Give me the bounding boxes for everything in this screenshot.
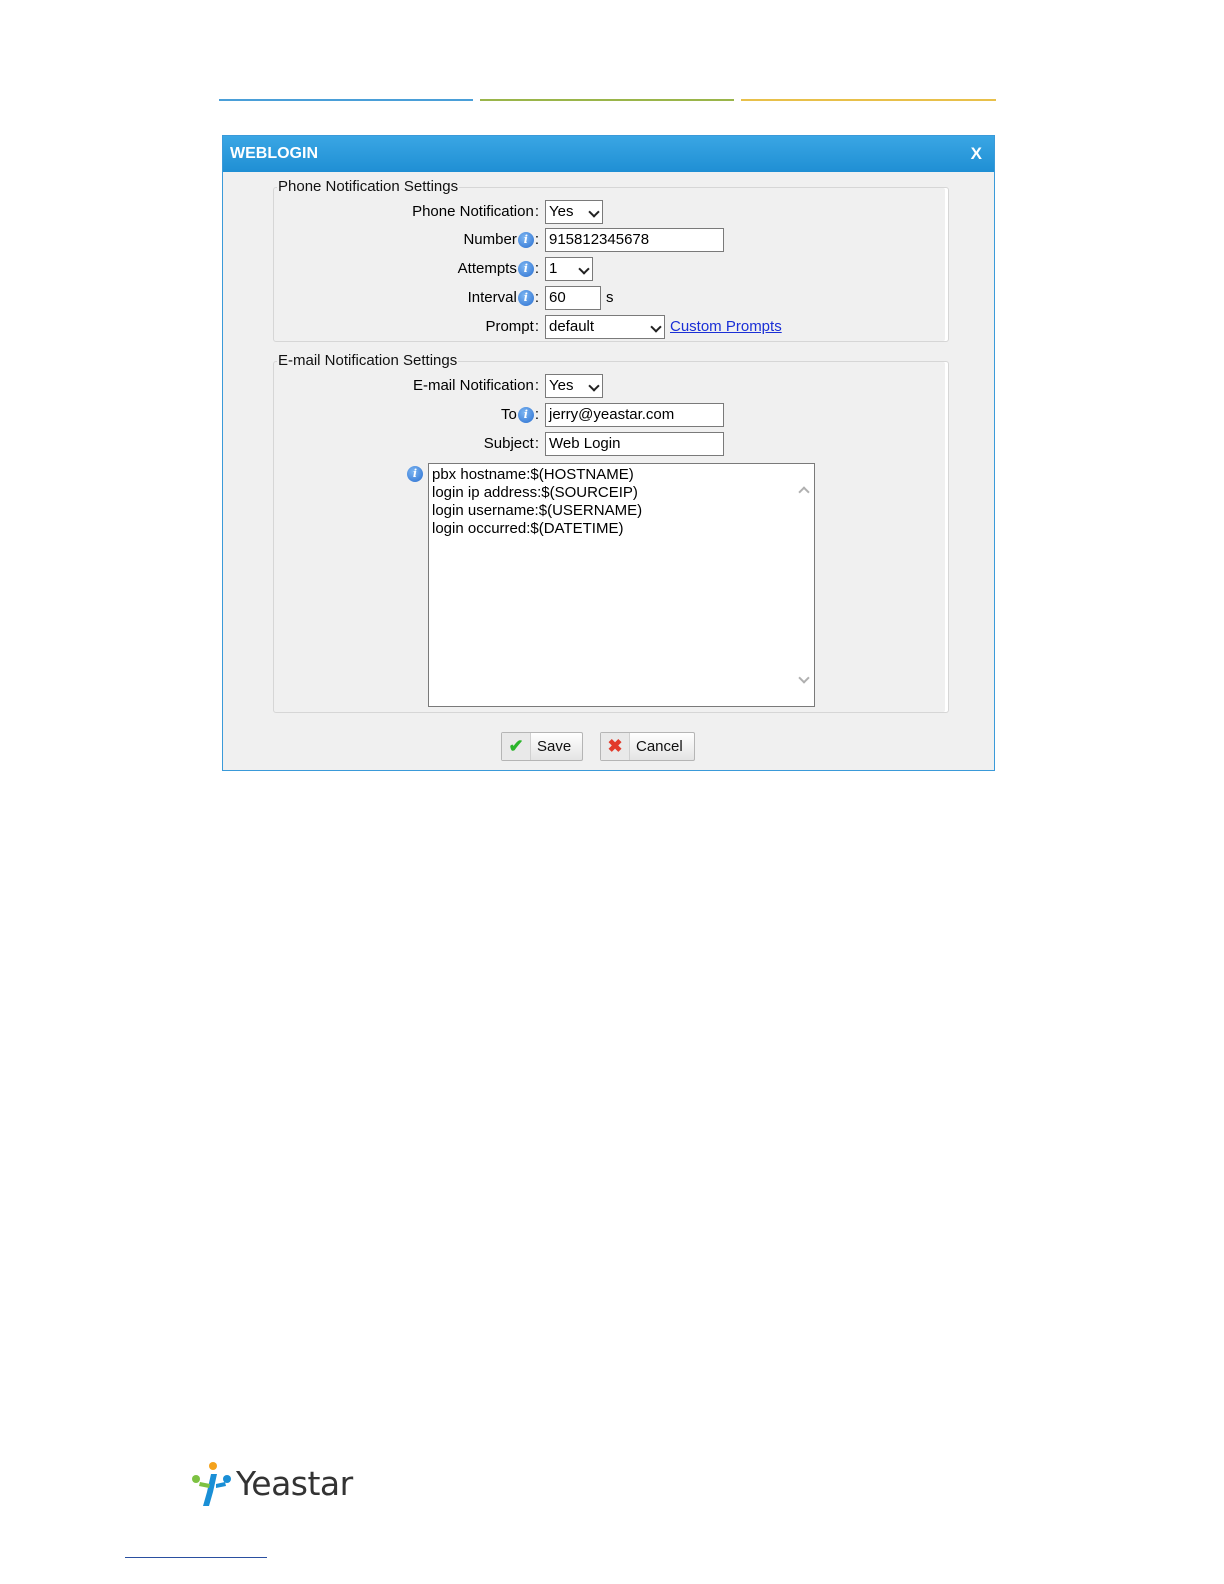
attempts-select[interactable]: 1 bbox=[545, 257, 593, 281]
info-icon[interactable]: i bbox=[517, 232, 534, 249]
header-rule-yellow bbox=[741, 99, 996, 101]
email-body-line: pbx hostname:$(HOSTNAME) bbox=[432, 466, 634, 483]
subject-label: Subject bbox=[483, 435, 534, 452]
email-body-line: login username:$(USERNAME) bbox=[432, 502, 643, 519]
info-icon[interactable]: i bbox=[407, 466, 423, 482]
phone-settings-legend: Phone Notification Settings bbox=[277, 178, 460, 195]
chevron-down-icon bbox=[588, 206, 600, 218]
phone-notification-row: Phone Notification: Yes bbox=[223, 200, 996, 224]
email-notification-row: E-mail Notification: Yes bbox=[223, 374, 996, 398]
dialog-titlebar: WEBLOGIN X bbox=[223, 136, 994, 172]
prompt-label: Prompt bbox=[485, 318, 534, 335]
chevron-down-icon bbox=[650, 321, 662, 333]
chevron-down-icon bbox=[588, 380, 600, 392]
attempts-value: 1 bbox=[549, 260, 558, 277]
cancel-button[interactable]: ✖ Cancel bbox=[600, 732, 695, 761]
attempts-label: Attempts bbox=[457, 260, 517, 277]
to-label: To bbox=[500, 406, 517, 423]
header-rule-blue bbox=[219, 99, 473, 101]
cancel-label: Cancel bbox=[636, 738, 683, 755]
email-body-line: login ip address:$(SOURCEIP) bbox=[432, 484, 638, 501]
interval-input[interactable]: 60 bbox=[545, 286, 601, 310]
weblogin-dialog: WEBLOGIN X Phone Notification Settings P… bbox=[222, 135, 995, 771]
email-notification-value: Yes bbox=[549, 377, 574, 394]
email-body-lines: pbx hostname:$(HOSTNAME) login ip addres… bbox=[429, 464, 814, 538]
phone-notification-select[interactable]: Yes bbox=[545, 200, 603, 224]
email-settings-legend: E-mail Notification Settings bbox=[277, 352, 459, 369]
prompt-value: default bbox=[549, 318, 595, 335]
phone-notification-label: Phone Notification bbox=[412, 203, 534, 220]
save-button[interactable]: ✔ Save bbox=[501, 732, 583, 761]
number-input[interactable]: 915812345678 bbox=[545, 228, 724, 252]
info-icon[interactable]: i bbox=[517, 407, 534, 424]
to-value: jerry@yeastar.com bbox=[549, 406, 675, 423]
custom-prompts-link[interactable]: Custom Prompts bbox=[670, 315, 782, 339]
interval-row: Interval i: 60 s bbox=[223, 286, 996, 310]
email-body-line: login occurred:$(DATETIME) bbox=[432, 520, 624, 537]
number-value: 915812345678 bbox=[549, 231, 650, 248]
yeastar-logo-mark bbox=[192, 1462, 231, 1506]
info-icon[interactable]: i bbox=[517, 261, 534, 278]
info-icon[interactable]: i bbox=[517, 290, 534, 307]
close-button[interactable]: X bbox=[971, 136, 982, 172]
phone-notification-value: Yes bbox=[549, 203, 574, 220]
save-label: Save bbox=[537, 738, 572, 755]
email-notification-select[interactable]: Yes bbox=[545, 374, 603, 398]
x-icon: ✖ bbox=[601, 733, 630, 760]
yeastar-logo: Yeastar bbox=[191, 1460, 353, 1512]
subject-row: Subject: Web Login bbox=[223, 432, 996, 456]
header-rule-green bbox=[480, 99, 734, 101]
check-icon: ✔ bbox=[502, 733, 531, 760]
to-input[interactable]: jerry@yeastar.com bbox=[545, 403, 724, 427]
subject-value: Web Login bbox=[549, 435, 621, 452]
email-notification-label: E-mail Notification bbox=[412, 377, 534, 394]
subject-input[interactable]: Web Login bbox=[545, 432, 724, 456]
to-row: To i: jerry@yeastar.com bbox=[223, 403, 996, 427]
attempts-row: Attempts i: 1 bbox=[223, 257, 996, 281]
scroll-down-icon[interactable] bbox=[798, 672, 810, 684]
email-body-textarea[interactable]: pbx hostname:$(HOSTNAME) login ip addres… bbox=[428, 463, 815, 707]
interval-label: Interval bbox=[467, 289, 517, 306]
number-label: Number bbox=[463, 231, 517, 248]
dialog-title: WEBLOGIN bbox=[230, 145, 318, 162]
yeastar-logo-text: Yeastar bbox=[236, 1464, 353, 1503]
interval-value: 60 bbox=[549, 289, 566, 306]
footer-rule bbox=[125, 1557, 267, 1558]
chevron-down-icon bbox=[578, 263, 590, 275]
prompt-row: Prompt: default Custom Prompts bbox=[223, 315, 996, 339]
prompt-select[interactable]: default bbox=[545, 315, 665, 339]
number-row: Number i: 915812345678 bbox=[223, 228, 996, 252]
interval-unit: s bbox=[606, 289, 614, 306]
